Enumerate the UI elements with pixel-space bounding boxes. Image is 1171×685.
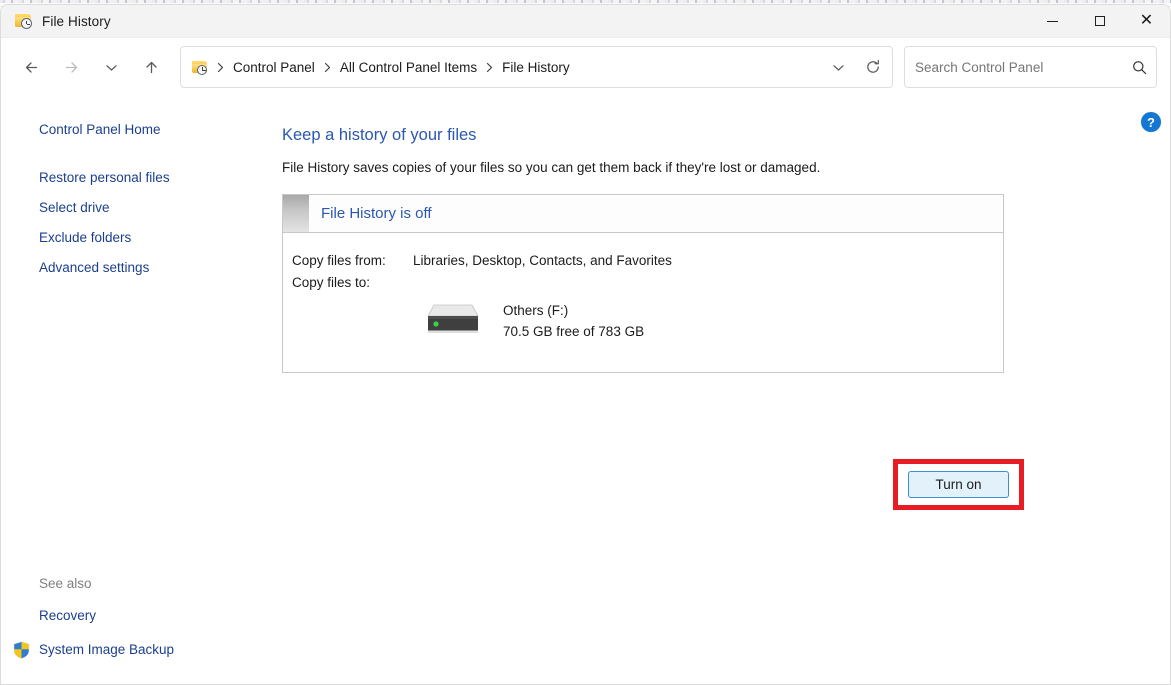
sidebar-gap [1, 145, 281, 163]
target-drive-row: Others (F:) 70.5 GB free of 783 GB [292, 301, 1003, 347]
minimize-button[interactable] [1029, 5, 1076, 38]
breadcrumb-separator [320, 62, 335, 73]
forward-arrow-icon [62, 58, 81, 77]
breadcrumb-folder-icon [192, 60, 209, 75]
window-controls: ✕ [1029, 5, 1170, 38]
address-bar[interactable]: Control Panel All Control Panel Items Fi… [180, 46, 893, 88]
main-content: Keep a history of your files File Histor… [281, 96, 1170, 685]
chevron-down-icon [103, 59, 120, 76]
sidebar-item-advanced-settings[interactable]: Advanced settings [1, 253, 281, 283]
status-text: File History is off [321, 205, 432, 222]
sidebar: Control Panel Home Restore personal file… [1, 96, 281, 685]
breadcrumb-separator [213, 62, 228, 73]
close-icon: ✕ [1140, 13, 1153, 29]
window-title: File History [42, 14, 111, 29]
chevron-down-icon [830, 59, 847, 76]
copy-files-from-label: Copy files from: [292, 253, 413, 268]
previous-locations-button[interactable] [822, 51, 854, 83]
sidebar-item-exclude-folders[interactable]: Exclude folders [1, 223, 281, 253]
breadcrumb-item-all-control-panel-items[interactable]: All Control Panel Items [335, 56, 482, 79]
uac-shield-icon [13, 641, 30, 659]
sidebar-item-restore-personal-files[interactable]: Restore personal files [1, 163, 281, 193]
status-panel-header: File History is off [283, 195, 1003, 233]
copy-files-to-row: Copy files to: [292, 275, 1003, 290]
status-panel-body: Copy files from: Libraries, Desktop, Con… [283, 233, 1003, 372]
drive-free-space: 70.5 GB free of 783 GB [503, 324, 644, 339]
forward-button[interactable] [53, 51, 89, 83]
refresh-button[interactable] [857, 51, 889, 83]
page-description: File History saves copies of your files … [282, 160, 1170, 175]
refresh-icon [864, 58, 882, 76]
search-icon[interactable] [1122, 59, 1156, 76]
close-button[interactable]: ✕ [1123, 5, 1170, 38]
sidebar-item-select-drive[interactable]: Select drive [1, 193, 281, 223]
title-bar: File History ✕ [1, 5, 1170, 38]
background-window-content [0, 0, 1171, 3]
maximize-button[interactable] [1076, 5, 1123, 38]
maximize-icon [1095, 16, 1105, 26]
window-body: Control Panel Home Restore personal file… [1, 96, 1170, 685]
see-also-title: See also [1, 569, 281, 599]
breadcrumb-item-file-history[interactable]: File History [497, 56, 575, 79]
see-also-label-system-image-backup[interactable]: System Image Backup [30, 633, 174, 667]
breadcrumb-item-control-panel[interactable]: Control Panel [228, 56, 320, 79]
up-arrow-icon [142, 58, 161, 77]
breadcrumb-separator [482, 62, 497, 73]
file-history-window: File History ✕ [0, 4, 1171, 685]
see-also-item-system-image-backup[interactable]: System Image Backup [1, 633, 281, 667]
see-also-section: See also Recovery System Image Backup [1, 569, 281, 667]
copy-files-from-row: Copy files from: Libraries, Desktop, Con… [292, 253, 1003, 268]
see-also-item-recovery[interactable]: Recovery [1, 599, 281, 633]
external-hard-drive-icon [425, 303, 481, 347]
copy-files-from-value: Libraries, Desktop, Contacts, and Favori… [413, 253, 672, 268]
drive-info: Others (F:) 70.5 GB free of 783 GB [503, 303, 644, 339]
navigation-bar: Control Panel All Control Panel Items Fi… [1, 38, 1170, 96]
recent-locations-button[interactable] [93, 51, 129, 83]
search-input[interactable] [915, 60, 1122, 75]
up-button[interactable] [133, 51, 169, 83]
minimize-icon [1047, 21, 1058, 22]
status-strip [283, 195, 309, 232]
search-box[interactable] [904, 46, 1157, 88]
back-arrow-icon [22, 58, 41, 77]
drive-name: Others (F:) [503, 303, 644, 318]
turn-on-highlight-annotation: Turn on [893, 459, 1024, 510]
back-button[interactable] [13, 51, 49, 83]
status-panel: File History is off Copy files from: Lib… [282, 194, 1004, 373]
sidebar-item-control-panel-home[interactable]: Control Panel Home [1, 115, 281, 145]
copy-files-to-label: Copy files to: [292, 275, 413, 290]
page-title: Keep a history of your files [282, 126, 1170, 145]
file-history-folder-icon [15, 13, 33, 29]
turn-on-button[interactable]: Turn on [908, 471, 1009, 498]
